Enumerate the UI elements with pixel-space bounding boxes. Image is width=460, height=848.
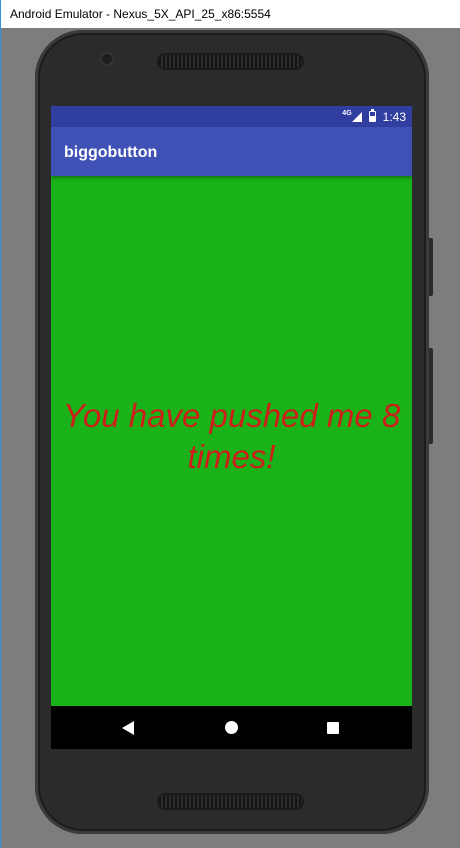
- device-screen: 4G 1:43 biggobutton You have pushed me 8…: [51, 106, 412, 749]
- push-count-message: You have pushed me 8 times!: [62, 397, 401, 475]
- back-icon: [122, 720, 134, 735]
- bottom-speaker: [159, 795, 302, 808]
- app-title: biggobutton: [64, 144, 158, 161]
- network-type-label: 4G: [342, 110, 352, 117]
- home-icon: [224, 721, 238, 734]
- home-button[interactable]: [211, 706, 251, 749]
- top-speaker: [159, 55, 302, 68]
- phone-frame: 4G 1:43 biggobutton You have pushed me 8…: [35, 30, 433, 834]
- status-icons: 4G 1:43: [342, 106, 406, 127]
- status-clock: 1:43: [382, 109, 406, 124]
- app-bar: biggobutton: [51, 127, 412, 176]
- battery-icon: [368, 109, 376, 122]
- power-button[interactable]: [429, 238, 433, 296]
- recents-icon: [327, 721, 339, 734]
- signal-icon: [351, 111, 362, 122]
- front-camera: [102, 54, 112, 64]
- emulator-window: Android Emulator - Nexus_5X_API_25_x86:5…: [0, 0, 460, 848]
- status-bar: 4G 1:43: [51, 106, 412, 127]
- volume-button[interactable]: [429, 348, 433, 444]
- navigation-bar: [51, 706, 412, 749]
- big-button[interactable]: You have pushed me 8 times!: [51, 176, 412, 706]
- recents-button[interactable]: [313, 706, 353, 749]
- back-button[interactable]: [108, 706, 148, 749]
- window-title: Android Emulator - Nexus_5X_API_25_x86:5…: [1, 0, 460, 28]
